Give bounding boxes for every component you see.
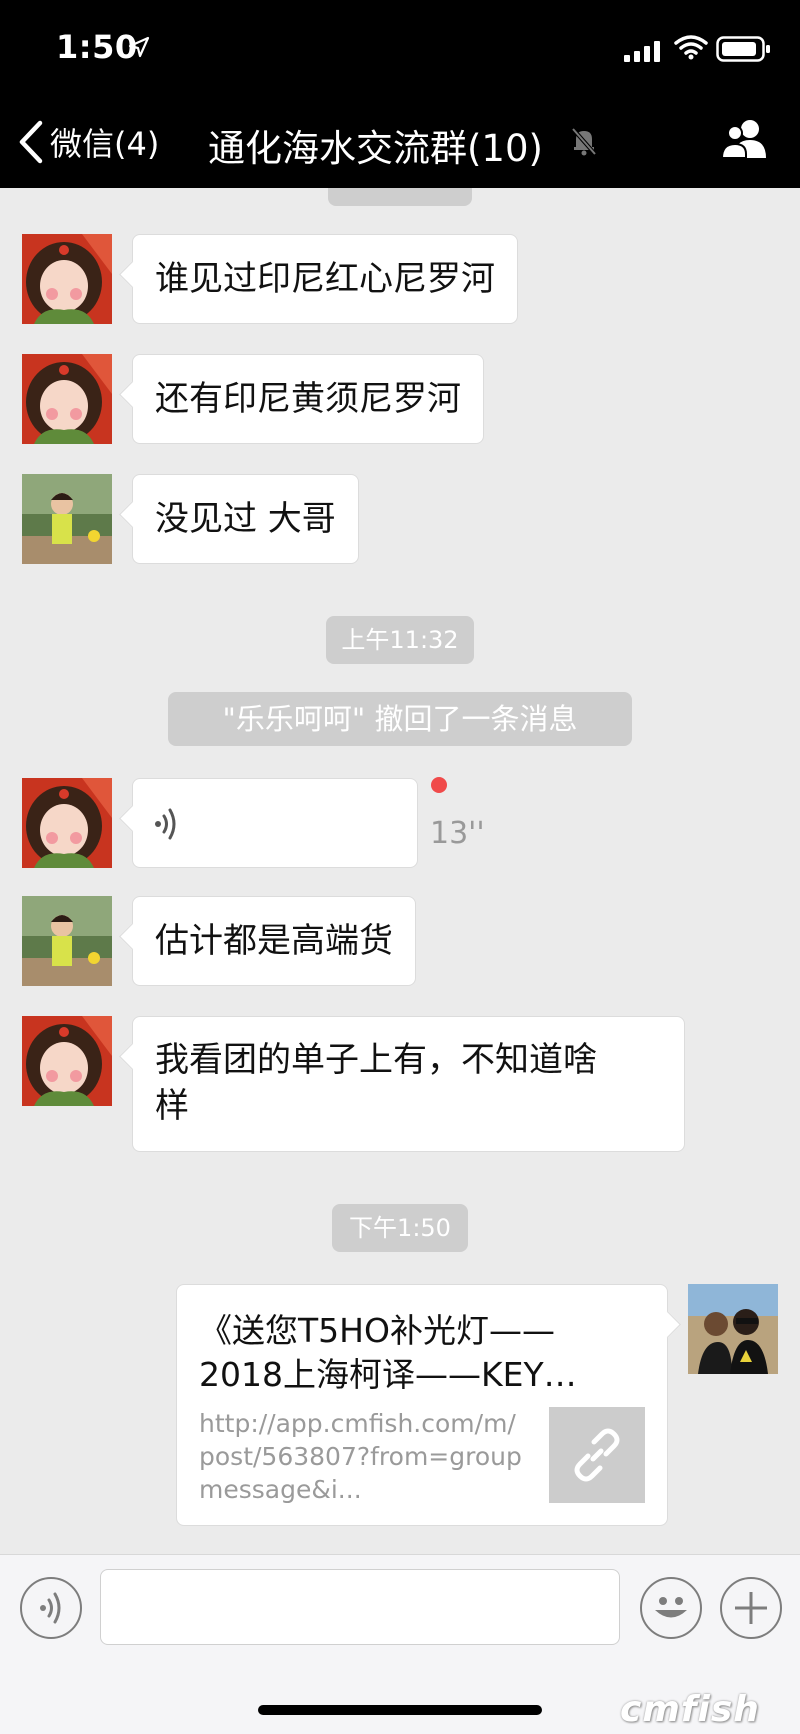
watermark: cmfish xyxy=(620,1689,760,1730)
avatar[interactable] xyxy=(22,354,112,444)
avatar[interactable] xyxy=(22,474,112,564)
unread-dot xyxy=(431,777,447,793)
voice-message-bubble[interactable] xyxy=(132,778,418,868)
voice-input-icon xyxy=(40,1592,61,1624)
avatar-cartoon-girl-icon xyxy=(22,778,112,868)
message-text: 没见过 大哥 xyxy=(155,499,336,539)
battery-icon xyxy=(716,36,770,62)
avatar-child-photo-icon xyxy=(22,896,112,986)
link-url: http://app.cmfish.com/m/post/563807?from… xyxy=(199,1409,522,1504)
avatar[interactable] xyxy=(22,1016,112,1106)
input-bar: cmfish xyxy=(0,1554,800,1734)
avatar[interactable] xyxy=(22,896,112,986)
chat-title: 通化海水交流群(10) xyxy=(208,127,543,170)
avatar-cartoon-girl-icon xyxy=(22,234,112,324)
voice-wave-icon xyxy=(155,808,176,840)
nav-bar: 微信(4) 通化海水交流群(10) xyxy=(0,96,800,188)
link-icon xyxy=(574,1428,620,1482)
plus-icon xyxy=(735,1592,767,1624)
message-bubble[interactable]: 我看团的单子上有，不知道啥 样 xyxy=(132,1016,685,1152)
back-label: 微信(4) xyxy=(50,125,160,163)
avatar[interactable] xyxy=(22,234,112,324)
back-chevron-icon xyxy=(19,120,43,164)
signal-icon xyxy=(624,41,660,62)
message-bubble[interactable]: 没见过 大哥 xyxy=(132,474,359,564)
time-separator-clipped xyxy=(328,188,472,206)
link-thumbnail xyxy=(549,1407,645,1503)
avatar-child-photo-icon xyxy=(22,474,112,564)
message-text-line: 我看团的单子上有，不知道啥 xyxy=(155,1040,597,1080)
status-bar: 1:50 xyxy=(0,0,800,96)
time-separator: 下午1:50 xyxy=(332,1204,468,1252)
system-notice: "乐乐呵呵" 撤回了一条消息 xyxy=(168,692,632,746)
message-bubble[interactable]: 谁见过印尼红心尼罗河 xyxy=(132,234,518,324)
message-text: 还有印尼黄须尼罗河 xyxy=(155,379,461,419)
avatar-cartoon-girl-icon xyxy=(22,1016,112,1106)
time-separator: 上午11:32 xyxy=(326,616,474,664)
chat-area[interactable]: 谁见过印尼红心尼罗河 还有印尼黄须尼罗河 没见过 大哥 上午11:32 "乐乐呵… xyxy=(0,188,800,1554)
my-avatar[interactable] xyxy=(688,1284,778,1374)
back-button[interactable]: 微信(4) xyxy=(18,118,159,166)
more-button[interactable] xyxy=(720,1577,782,1639)
avatar-cartoon-girl-icon xyxy=(22,354,112,444)
status-time: 1:50 xyxy=(56,28,138,66)
home-indicator[interactable] xyxy=(258,1705,542,1715)
message-text-line: 样 xyxy=(155,1086,189,1126)
link-title: 《送您T5HO补光灯——2018上海柯译——KEY… xyxy=(199,1311,577,1394)
location-arrow-icon xyxy=(128,36,150,58)
emoji-icon xyxy=(655,1597,687,1618)
avatar[interactable] xyxy=(22,778,112,868)
voice-input-button[interactable] xyxy=(20,1577,82,1639)
mute-bell-icon xyxy=(571,127,597,156)
avatar-couple-photo-icon xyxy=(688,1284,778,1374)
message-input[interactable] xyxy=(100,1569,620,1645)
link-card-bubble[interactable]: 《送您T5HO补光灯——2018上海柯译——KEY… http://app.cm… xyxy=(176,1284,668,1526)
emoji-button[interactable] xyxy=(640,1577,702,1639)
group-members-icon[interactable] xyxy=(720,118,772,162)
message-bubble[interactable]: 估计都是高端货 xyxy=(132,896,416,986)
wifi-icon xyxy=(674,35,708,60)
voice-duration: 13'' xyxy=(430,816,485,851)
message-text: 估计都是高端货 xyxy=(155,921,393,961)
message-text: 谁见过印尼红心尼罗河 xyxy=(155,259,495,299)
message-bubble[interactable]: 还有印尼黄须尼罗河 xyxy=(132,354,484,444)
